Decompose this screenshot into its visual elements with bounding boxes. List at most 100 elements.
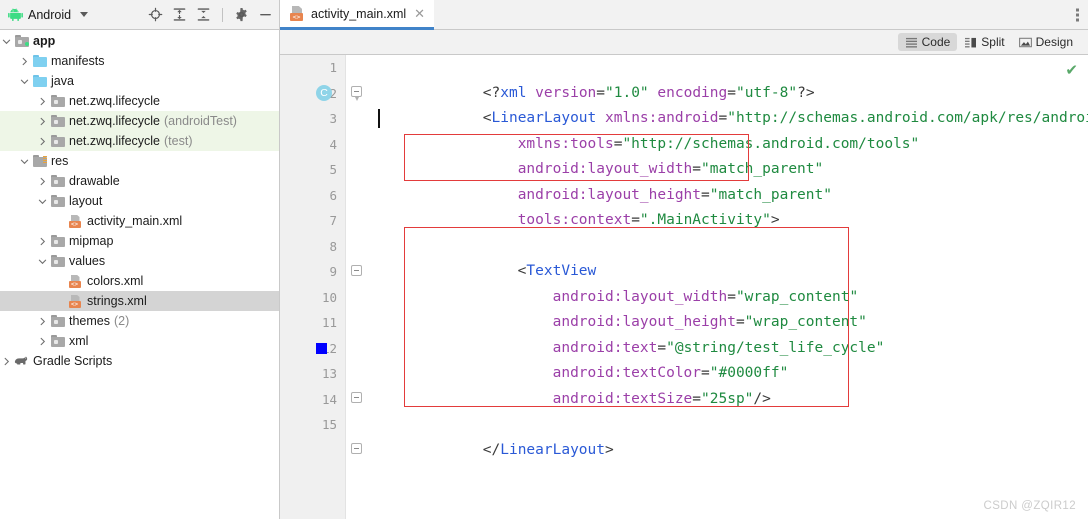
code-text-pane[interactable]: <?xml version="1.0" encoding="utf-8"?> <… [368,55,1088,519]
tree-item-manifests[interactable]: manifests [0,51,279,71]
code-line-15: </LinearLayout> [482,441,614,458]
chevron-right-icon[interactable] [18,57,31,66]
chevron-right-icon[interactable] [36,117,49,126]
class-marker-badge[interactable]: C [316,85,332,101]
tree-item-colors-xml[interactable]: <> colors.xml [0,271,279,291]
top-row: Android <> activity_main.xml ✕ [0,0,1088,30]
android-robot-icon [8,7,23,21]
tree-item-gradle-scripts[interactable]: Gradle Scripts [0,351,279,371]
line-number: 5 [329,162,337,177]
minimize-icon[interactable] [258,7,273,22]
code-line-2: <LinearLayout xmlns:android="http://sche… [482,110,1088,126]
code-line-9: android:layout_width="wrap_content" [552,288,859,305]
tree-item-suffix: (test) [164,134,193,148]
code-line-5: android:layout_height="match_parent" [517,186,832,203]
chevron-right-icon[interactable] [36,237,49,246]
line-number: 4 [329,136,337,152]
locate-target-icon[interactable] [148,7,163,22]
expand-all-icon[interactable] [172,7,187,22]
chevron-down-icon[interactable] [0,37,13,46]
tree-item-suffix: (2) [114,314,130,328]
tree-item-label: manifests [51,54,105,68]
line-number: 15 [321,417,337,432]
line-number: 7 [329,213,337,228]
code-line-13: android:textSize="25sp"/> [552,390,771,407]
code-line-4: android:layout_width="match_parent" [517,161,824,177]
view-mode-code-button[interactable]: Code [897,33,958,51]
chevron-right-icon[interactable] [36,337,49,346]
tree-item-label: layout [69,194,103,208]
code-line-1: <?xml version="1.0" encoding="utf-8"?> [482,84,815,101]
tree-item-label: colors.xml [87,274,144,288]
chevron-down-icon[interactable] [80,12,89,17]
tree-item-app[interactable]: app [0,31,279,51]
tree-item-label: app [33,34,56,48]
view-mode-split-button[interactable]: Split [957,33,1011,51]
chevron-right-icon[interactable] [36,97,49,106]
tree-item-label: strings.xml [87,294,147,308]
code-line-6: tools:context=".MainActivity"> [517,212,780,228]
android-studio-window: Android <> activity_main.xml ✕ app manif… [0,0,1088,519]
chevron-down-icon[interactable] [18,77,31,86]
tree-item-label: java [51,74,74,88]
settings-gear-icon[interactable] [234,7,249,22]
chevron-right-icon[interactable] [36,317,49,326]
line-number-gutter[interactable]: 1 2 3 4 5 6 7 8 9 10 11 12 13 14 15 C [280,55,346,519]
color-swatch-gutter-icon[interactable] [316,343,327,354]
project-tree[interactable]: app manifests java net.zwq.lifecycle net… [0,30,280,519]
xml-file-icon: <> [67,274,84,288]
fold-handle[interactable] [351,443,362,454]
line-number: 9 [329,264,337,279]
tree-item-layout[interactable]: layout [0,191,279,211]
tree-item-activity-main-xml[interactable]: <> activity_main.xml [0,211,279,231]
tree-item-xml[interactable]: xml [0,331,279,351]
folder-package-icon [49,195,66,207]
tree-item-label: net.zwq.lifecycle [69,134,161,148]
tree-item-package-main[interactable]: net.zwq.lifecycle [0,91,279,111]
tree-item-package-test[interactable]: net.zwq.lifecycle (test) [0,131,279,151]
code-line-8: <TextView [482,263,597,279]
more-vertical-icon[interactable] [1076,8,1079,21]
tree-item-label: net.zwq.lifecycle [69,94,161,108]
folder-package-icon [49,175,66,187]
code-folding-gutter[interactable] [346,55,368,519]
tree-item-themes[interactable]: themes (2) [0,311,279,331]
green-check-icon[interactable]: ✔ [1065,61,1078,79]
fold-handle[interactable] [351,265,362,276]
chevron-down-icon[interactable] [36,197,49,206]
line-number: 3 [329,111,337,126]
tree-item-java[interactable]: java [0,71,279,91]
code-line-3: xmlns:tools="http://schemas.android.com/… [517,135,920,152]
tree-item-package-androidtest[interactable]: net.zwq.lifecycle (androidTest) [0,111,279,131]
line-number: 1 [329,60,337,75]
tree-item-res[interactable]: res [0,151,279,171]
tree-item-label: values [69,254,106,268]
code-line-12: android:textColor="#0000ff" [552,365,789,381]
editor-tab-activity-main-xml[interactable]: <> activity_main.xml ✕ [280,0,435,30]
chevron-down-icon[interactable] [18,157,31,166]
view-mode-label: Split [981,35,1005,49]
folder-package-icon [49,315,66,327]
tree-item-drawable[interactable]: drawable [0,171,279,191]
fold-handle[interactable] [351,86,362,101]
tree-item-strings-xml[interactable]: <> strings.xml [0,291,279,311]
folder-package-icon [49,235,66,247]
project-panel-toolbar [148,7,273,22]
chevron-down-icon[interactable] [36,257,49,266]
collapse-all-icon[interactable] [196,7,211,22]
tree-item-mipmap[interactable]: mipmap [0,231,279,251]
close-icon[interactable]: ✕ [414,7,425,20]
view-mode-design-button[interactable]: Design [1012,33,1080,51]
tree-item-label: drawable [69,174,120,188]
chevron-right-icon[interactable] [36,137,49,146]
fold-handle[interactable] [351,392,362,403]
gradle-elephant-icon [13,355,30,367]
split-view-icon [965,37,977,47]
chevron-right-icon[interactable] [36,177,49,186]
tree-item-values[interactable]: values [0,251,279,271]
folder-blue-icon [31,55,48,67]
folder-package-icon [49,115,66,127]
folder-package-icon [49,255,66,267]
code-area[interactable]: 1 2 3 4 5 6 7 8 9 10 11 12 13 14 15 C <?… [280,55,1088,519]
chevron-right-icon[interactable] [0,357,13,366]
